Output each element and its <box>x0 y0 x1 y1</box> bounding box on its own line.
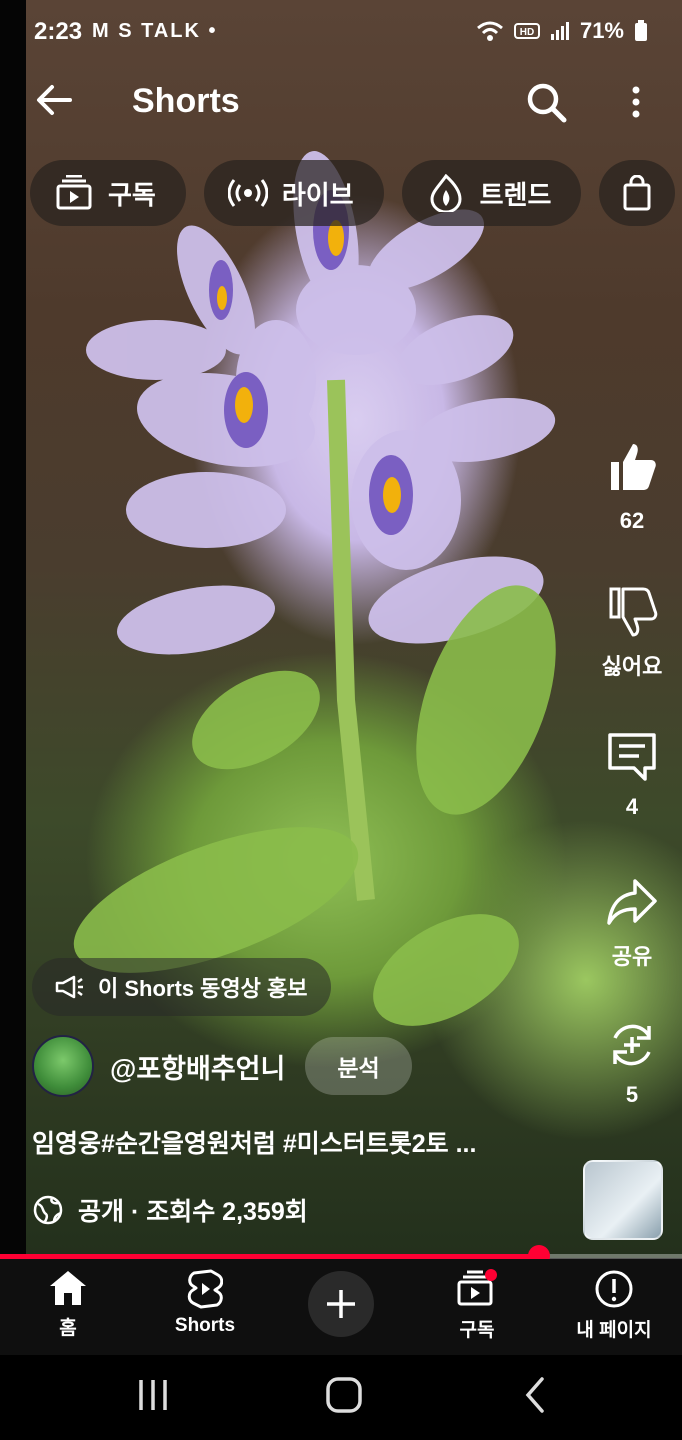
analyze-button[interactable]: 분석 <box>305 1037 412 1095</box>
chip-trending[interactable]: 트렌드 <box>401 160 582 226</box>
remix-button[interactable]: 5 <box>582 1018 682 1108</box>
channel-name[interactable]: @포항배추언니 <box>110 1047 285 1086</box>
svg-text:HD: HD <box>520 27 534 38</box>
nav-label: 내 페이지 <box>576 1320 652 1341</box>
analyze-label: 분석 <box>337 1055 380 1081</box>
video-caption[interactable]: 임영웅#순간을영원처럼 #미스터트롯2토 ... <box>32 1124 552 1160</box>
hd-icon: HD <box>513 23 540 39</box>
remix-count: 5 <box>625 1082 639 1107</box>
like-count: 62 <box>619 508 645 533</box>
megaphone-icon <box>55 975 83 999</box>
nav-my-page[interactable]: 내 페이지 <box>554 1269 674 1342</box>
chip-label: 구독 <box>108 179 156 210</box>
share-button[interactable]: 공유 <box>582 875 682 971</box>
notification-icons: M S TALK • <box>92 20 218 42</box>
share-icon <box>607 879 657 925</box>
dislike-button[interactable]: 싫어요 <box>582 585 682 681</box>
home-system-icon[interactable] <box>324 1375 364 1415</box>
nav-shorts[interactable]: Shorts <box>145 1269 265 1337</box>
remix-icon <box>613 1024 651 1066</box>
status-time: 2:23 <box>34 18 83 45</box>
system-nav-bar <box>0 1355 682 1440</box>
trending-icon <box>430 174 462 212</box>
chip-live[interactable]: 라이브 <box>203 160 384 226</box>
globe-icon <box>33 1195 63 1225</box>
video-meta: 공개 · 조회수 2,359회 <box>32 1192 308 1228</box>
battery-percent: 71% <box>579 18 624 43</box>
search-icon[interactable] <box>524 80 568 124</box>
subscriptions-icon <box>56 175 92 210</box>
create-button[interactable] <box>308 1271 374 1337</box>
recent-apps-icon[interactable] <box>136 1377 170 1413</box>
my-page-icon <box>595 1270 633 1308</box>
chip-subscriptions[interactable]: 구독 <box>30 160 186 226</box>
visibility-views: 공개 · 조회수 2,359회 <box>78 1198 308 1226</box>
battery-icon <box>635 20 647 41</box>
thumbs-down-icon <box>609 587 658 637</box>
comment-icon <box>608 733 656 781</box>
promote-button[interactable]: 이 Shorts 동영상 홍보 <box>32 958 332 1016</box>
chip-label: 트렌드 <box>479 179 552 210</box>
more-options-icon[interactable] <box>622 80 650 124</box>
nav-subscriptions[interactable]: 구독 <box>417 1269 537 1342</box>
channel-row: @포항배추언니 분석 <box>32 1035 412 1097</box>
status-right: HD 71% <box>476 18 648 44</box>
chip-row: 구독 라이브 트렌드 <box>30 160 676 226</box>
signal-icon <box>550 22 569 40</box>
chip-shopping[interactable] <box>599 160 676 226</box>
dislike-label: 싫어요 <box>601 654 663 679</box>
top-bar: Shorts <box>0 70 682 134</box>
wifi-icon <box>476 21 503 41</box>
shopping-bag-icon <box>623 175 651 211</box>
status-bar: 2:23 M S TALK • HD 71% <box>0 0 682 62</box>
live-icon <box>227 179 268 207</box>
channel-avatar[interactable] <box>32 1035 94 1097</box>
back-arrow-icon[interactable] <box>34 80 74 120</box>
shorts-icon <box>187 1269 223 1309</box>
nav-label: Shorts <box>174 1315 236 1336</box>
comment-count: 4 <box>625 794 639 819</box>
nav-label: 홈 <box>59 1318 77 1339</box>
like-button[interactable]: 62 <box>582 440 682 534</box>
promote-label: 이 Shorts 동영상 홍보 <box>98 976 308 1001</box>
create-icon <box>327 1290 355 1318</box>
thumbs-up-icon <box>611 444 656 490</box>
page-title: Shorts <box>132 82 240 120</box>
bottom-nav: 홈 Shorts 구독 내 페이지 <box>0 1259 682 1355</box>
chip-label: 라이브 <box>281 179 354 210</box>
nav-home[interactable]: 홈 <box>8 1269 128 1340</box>
share-label: 공유 <box>611 944 653 969</box>
nav-label: 구독 <box>459 1320 495 1341</box>
back-system-icon[interactable] <box>520 1375 550 1415</box>
subscriptions-icon <box>457 1269 497 1306</box>
comment-button[interactable]: 4 <box>582 730 682 820</box>
sound-thumbnail[interactable] <box>583 1160 663 1240</box>
home-icon <box>50 1271 86 1305</box>
left-edge <box>0 0 26 1258</box>
